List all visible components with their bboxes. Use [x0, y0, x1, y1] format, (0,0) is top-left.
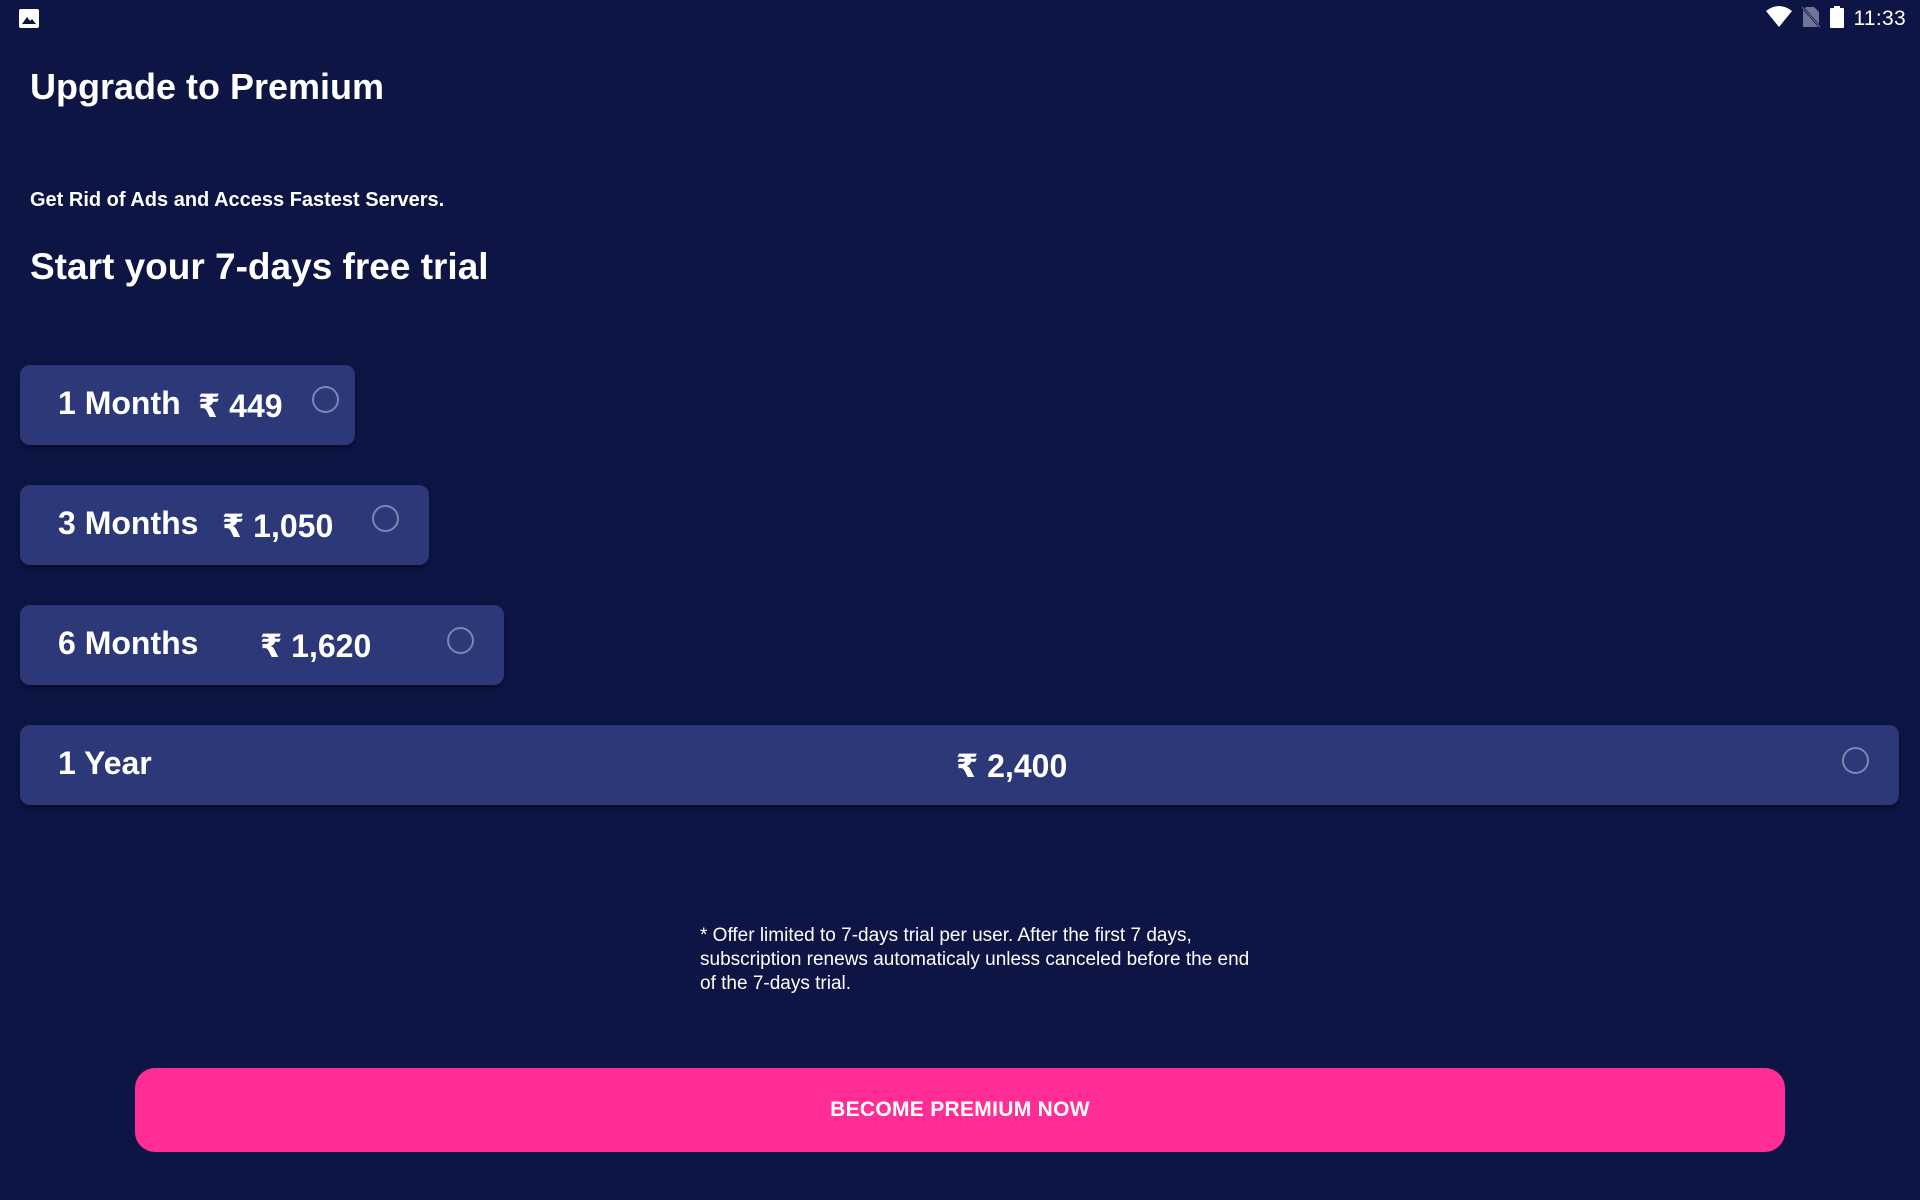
become-premium-button[interactable]: BECOME PREMIUM NOW [135, 1068, 1785, 1152]
plan-radio-button[interactable] [447, 627, 474, 654]
plan-price: ₹ 1,050 [222, 508, 334, 544]
status-bar: 11:33 [0, 0, 1920, 38]
plan-option-1-month[interactable]: 1 Month ₹ 449 [20, 365, 355, 445]
plan-option-1-year[interactable]: 1 Year ₹ 2,400 [20, 725, 1899, 805]
trial-heading: Start your 7-days free trial [30, 246, 489, 287]
battery-icon [1829, 5, 1844, 33]
status-icons: 11:33 [1765, 5, 1907, 33]
page-title: Upgrade to Premium [30, 66, 385, 107]
gallery-notification-icon [19, 9, 39, 28]
plan-name: 1 Year [58, 745, 152, 781]
plan-name: 1 Month [58, 385, 181, 421]
no-sim-icon [1800, 5, 1821, 33]
plan-radio-button[interactable] [312, 386, 339, 413]
plan-name: 6 Months [58, 625, 199, 661]
plan-name: 3 Months [58, 505, 199, 541]
plan-option-3-months[interactable]: 3 Months ₹ 1,050 [20, 485, 429, 565]
plan-radio-button[interactable] [372, 505, 399, 532]
wifi-icon [1765, 5, 1792, 33]
offer-disclaimer: * Offer limited to 7-days trial per user… [700, 925, 1250, 994]
plan-price: ₹ 2,400 [956, 748, 1068, 784]
plan-radio-button[interactable] [1842, 747, 1869, 774]
plan-option-6-months[interactable]: 6 Months ₹ 1,620 [20, 605, 504, 685]
plan-price: ₹ 449 [198, 388, 283, 424]
premium-upgrade-screen: 11:33 Upgrade to Premium Get Rid of Ads … [0, 0, 1920, 1200]
page-subtitle: Get Rid of Ads and Access Fastest Server… [30, 189, 445, 211]
status-time: 11:33 [1853, 7, 1906, 30]
plan-price: ₹ 1,620 [260, 628, 372, 664]
